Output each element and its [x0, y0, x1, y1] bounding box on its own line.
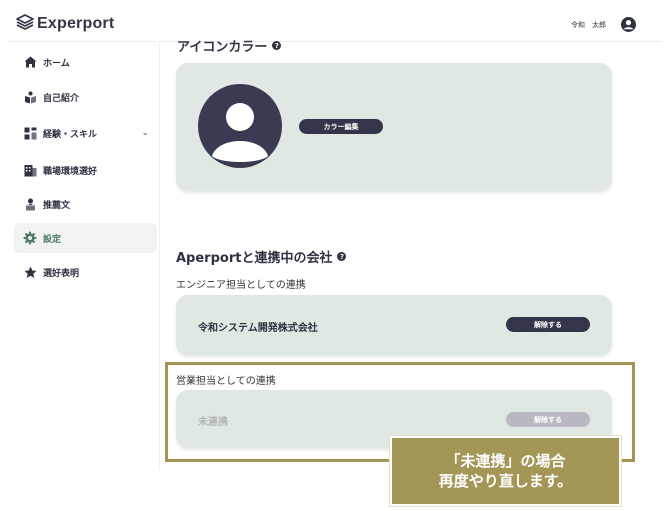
sidebar-item-label: 推薦文	[43, 200, 71, 211]
sidebar-item-label: ホーム	[43, 58, 70, 69]
callout-box: 「未連携」の場合 再度やり直します。	[390, 436, 621, 506]
chevron-down-icon[interactable]: ⌄	[141, 128, 149, 138]
sidebar-item-label: 選好表明	[43, 268, 80, 279]
person-book-icon	[23, 90, 37, 104]
sidebar-item-label: 職場環境選好	[43, 166, 98, 177]
help-icon[interactable]: ?	[272, 41, 282, 50]
icon-color-title: アイコンカラー ?	[177, 36, 282, 55]
color-edit-button[interactable]: カラー編集	[299, 119, 383, 134]
sidebar-item-recommendation[interactable]: 推薦文	[14, 189, 157, 219]
section-title-text: アイコンカラー	[177, 40, 268, 55]
logo-text: Experport	[37, 15, 115, 32]
gear-icon	[23, 231, 37, 245]
sidebar-item-profile[interactable]: 自己紹介	[14, 82, 157, 112]
top-header: Experport 令和 太郎	[8, 8, 662, 42]
sidebar-item-home[interactable]: ホーム	[14, 47, 157, 77]
callout-line-1: 「未連携」の場合	[445, 452, 566, 470]
engineer-link-card: 令和システム開発株式会社 解除する	[176, 295, 612, 355]
star-icon	[23, 265, 37, 279]
sidebar-item-work-environment[interactable]: 職場環境選好	[14, 155, 157, 185]
unlink-button[interactable]: 解除する	[506, 317, 590, 332]
linked-company-name: 令和システム開発株式会社	[198, 323, 318, 334]
sidebar-item-settings[interactable]: 設定	[14, 223, 157, 253]
building-icon	[23, 163, 37, 177]
home-icon	[23, 55, 37, 69]
user-circle-icon[interactable]	[621, 17, 636, 36]
linked-companies-title: Aperportと連携中の会社 ?	[176, 247, 347, 266]
sidebar: ホーム 自己紹介 経験・スキル ⌄ 職場環境選好 推薦文 設定 選好表明	[8, 42, 160, 470]
sidebar-item-preference[interactable]: 選好表明	[14, 257, 157, 287]
grid-icon	[23, 126, 37, 140]
user-name: 令和 太郎	[571, 21, 606, 29]
icon-color-card: カラー編集	[176, 63, 612, 191]
recommend-icon	[23, 197, 37, 211]
logo[interactable]: Experport	[16, 14, 114, 34]
sidebar-item-label: 経験・スキル	[43, 129, 98, 140]
sidebar-item-label: 自己紹介	[43, 93, 80, 104]
avatar	[198, 84, 282, 168]
callout-line-2: 再度やり直します。	[438, 472, 573, 490]
help-icon[interactable]: ?	[337, 252, 347, 261]
section-title-text: Aperportと連携中の会社	[176, 251, 333, 266]
layers-logo-icon	[16, 14, 34, 34]
sidebar-item-label: 設定	[43, 234, 62, 245]
sidebar-item-experience-skills[interactable]: 経験・スキル ⌄	[14, 118, 157, 148]
engineer-link-subtitle: エンジニア担当としての連携	[176, 280, 306, 291]
